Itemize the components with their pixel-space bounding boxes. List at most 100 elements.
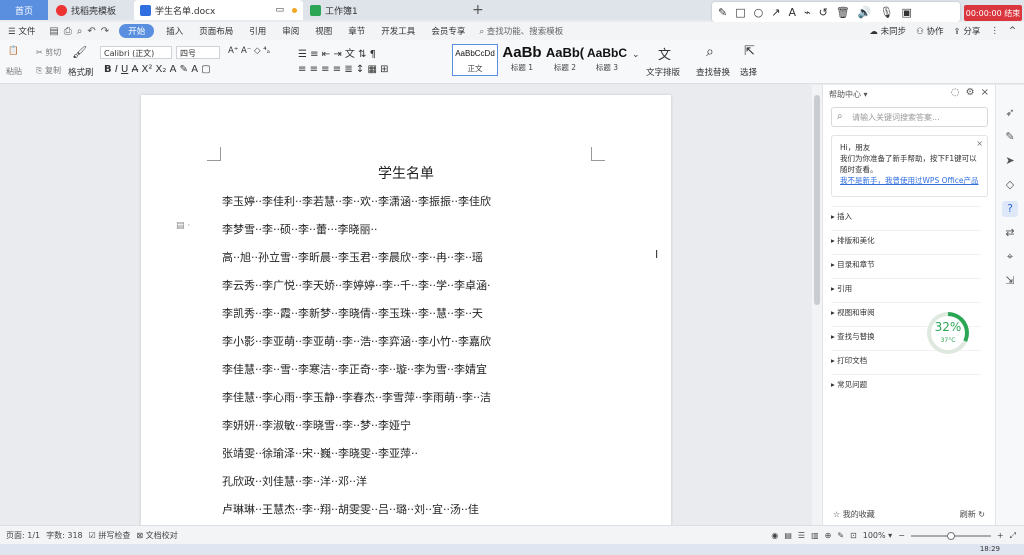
style-heading-3[interactable]: AaBbC 标题 3: [586, 44, 628, 76]
not-newbie-link[interactable]: 我不是新手，我曾使用过WPS Office产品: [840, 175, 979, 186]
word-count[interactable]: 字数: 318: [46, 530, 83, 541]
settings-icon[interactable]: ⚙: [966, 87, 975, 98]
redo-icon[interactable]: ↷: [101, 26, 109, 37]
menu-references[interactable]: 引用: [241, 25, 274, 37]
underline-icon[interactable]: U: [121, 64, 128, 75]
menu-file[interactable]: ☰ 文件: [0, 25, 43, 37]
name-line[interactable]: 李小影··李亚萌··李亚萌··李··浩··李弈涵··李小竹··李嘉欣: [222, 333, 602, 361]
menu-developer[interactable]: 开发工具: [373, 25, 423, 37]
print-icon[interactable]: ⎙: [64, 26, 72, 37]
camera-icon[interactable]: ▣: [901, 6, 911, 19]
translate-icon[interactable]: ⇄: [1002, 225, 1018, 241]
eye-protect-icon[interactable]: ◉: [771, 531, 778, 540]
font-color-icon[interactable]: A: [191, 64, 198, 75]
tab-workbook[interactable]: 工作簿1: [304, 0, 466, 20]
trash-icon[interactable]: 🗑: [836, 6, 850, 19]
name-line[interactable]: 李佳慧··李心雨··李玉静··李春杰··李雪萍··李雨萌··李··洁: [222, 389, 602, 417]
collapse-icon[interactable]: ^: [1009, 26, 1016, 36]
style-heading-1[interactable]: AaBb 标题 1: [500, 44, 544, 76]
name-line[interactable]: 李梦雪··李··硕··李··蕾···李晓丽··: [222, 221, 602, 249]
edit-icon[interactable]: ✎: [1002, 129, 1018, 145]
decrease-indent-icon[interactable]: ⇤: [322, 49, 330, 60]
more-icon[interactable]: ⋮: [990, 26, 999, 36]
rocket-icon[interactable]: ➶: [1002, 105, 1018, 121]
page-view-icon[interactable]: ▤: [784, 531, 792, 540]
menu-chapter[interactable]: 章节: [340, 25, 373, 37]
menu-view[interactable]: 视图: [307, 25, 340, 37]
find-replace-button[interactable]: 查找替换: [696, 66, 730, 78]
undo-icon[interactable]: ↶: [87, 26, 95, 37]
bold-icon[interactable]: B: [104, 64, 112, 75]
zoom-in-icon[interactable]: +: [997, 531, 1004, 540]
tab-template[interactable]: 找稻壳模板: [50, 0, 133, 20]
share-button[interactable]: ⇪ 分享: [954, 25, 981, 37]
preview-icon[interactable]: ⌕: [77, 26, 83, 37]
bullet-list-icon[interactable]: ☰: [298, 49, 307, 60]
find-icon[interactable]: ⌕: [706, 44, 714, 60]
speaker-icon[interactable]: 🔊: [858, 6, 872, 19]
tab-document[interactable]: 学生名单.docx ▭: [134, 0, 303, 20]
show-marks-icon[interactable]: ¶: [370, 49, 376, 60]
style-heading-2[interactable]: AaBb( 标题 2: [544, 44, 586, 76]
menu-member[interactable]: 会员专享: [423, 25, 473, 37]
sync-status[interactable]: ☁ 未同步: [869, 25, 906, 37]
help-section-print[interactable]: ▸ 打印文档: [831, 350, 981, 370]
numbered-list-icon[interactable]: ≡: [310, 49, 318, 60]
help-icon[interactable]: ?: [1002, 201, 1018, 217]
name-line[interactable]: 张靖雯··徐瑜泽··宋··巍··李晓雯··李亚萍··: [222, 445, 602, 473]
undo-icon[interactable]: ↺: [819, 6, 828, 19]
styles-expand-icon[interactable]: ⌄: [632, 50, 640, 60]
pointer-icon[interactable]: ➤: [1002, 153, 1018, 169]
borders-icon[interactable]: ⊞: [380, 64, 388, 75]
highlight-icon[interactable]: ✎: [180, 64, 188, 75]
chinese-layout-icon[interactable]: 文: [345, 49, 355, 60]
shapes-icon[interactable]: ◇: [1002, 177, 1018, 193]
paste-button[interactable]: 粘贴: [6, 66, 22, 77]
spell-check-toggle[interactable]: ☑ 拼写检查: [89, 530, 131, 541]
copy-button[interactable]: ⎘ 复制: [36, 65, 61, 76]
name-line[interactable]: 高··旭··孙立雪··李昕晨··李玉君··李晨欣··李··冉··李··瑶: [222, 249, 602, 277]
help-panel-title[interactable]: 帮助中心 ▾: [829, 89, 868, 100]
document-title[interactable]: 学生名单: [141, 163, 671, 183]
document-page[interactable]: 学生名单 李玉婷··李佳利··李若慧··李··欢··李潇涵··李振振··李佳欣 …: [141, 95, 671, 535]
font-size-select[interactable]: 四号: [176, 46, 220, 59]
arrow-icon[interactable]: ↗: [771, 6, 780, 19]
subscript-icon[interactable]: X₂: [156, 64, 167, 75]
proofread-button[interactable]: ⊠ 文档校对: [136, 530, 177, 541]
stop-recording-button[interactable]: 00:00:00 结束: [964, 5, 1022, 21]
my-favorites-button[interactable]: ☆ 我的收藏: [833, 509, 875, 520]
command-search[interactable]: ⌕ 查找功能、搜索模板: [479, 25, 563, 37]
italic-icon[interactable]: I: [115, 64, 118, 75]
superscript-icon[interactable]: X²: [142, 64, 153, 75]
scrollbar-thumb[interactable]: [814, 95, 820, 305]
select-cursor-icon[interactable]: ⇱: [744, 44, 755, 59]
name-line[interactable]: 孔欣政··刘佳慧··李··洋··邓··洋: [222, 473, 602, 501]
help-section-toc[interactable]: ▸ 目录和章节: [831, 254, 981, 274]
write-view-icon[interactable]: ✎: [837, 531, 844, 540]
format-painter-button[interactable]: 格式刷: [68, 66, 94, 78]
menu-start[interactable]: 开始: [119, 24, 155, 38]
name-line[interactable]: 李玉婷··李佳利··李若慧··李··欢··李潇涵··李振振··李佳欣: [222, 193, 602, 221]
close-icon[interactable]: ×: [976, 138, 983, 149]
window-icon[interactable]: ▭: [275, 5, 284, 15]
microphone-icon[interactable]: 🎙: [880, 6, 894, 19]
strikethrough-icon[interactable]: A̶: [131, 64, 138, 75]
align-center-icon[interactable]: ≡: [310, 64, 318, 75]
font-grow-icon[interactable]: A⁺ A⁻ ◇ ⁴ₐ: [228, 46, 270, 56]
outline-view-icon[interactable]: ☰: [798, 531, 805, 540]
collab-button[interactable]: ⚇ 协作: [916, 25, 943, 37]
web-view-icon[interactable]: ⊕: [825, 531, 832, 540]
performance-ring[interactable]: 32% 37°C: [927, 312, 969, 354]
align-left-icon[interactable]: ≡: [298, 64, 306, 75]
page-count[interactable]: 页面: 1/1: [6, 530, 40, 541]
help-section-layout[interactable]: ▸ 排版和美化: [831, 230, 981, 250]
name-line[interactable]: 李云秀··李广悦··李天娇··李婷婷··李··千··李··学··李卓涵·: [222, 277, 602, 305]
name-line[interactable]: 李妍妍··李淑敏··李晓雪··李··梦··李娅宁: [222, 417, 602, 445]
name-line[interactable]: 李佳慧··李··雪··李寒洁··李正奇··李··璇··李为雪··李婧宜: [222, 361, 602, 389]
help-section-faq[interactable]: ▸ 常见问题: [831, 374, 981, 394]
highlighter-icon[interactable]: ⌁: [804, 6, 811, 19]
clear-format-icon[interactable]: A: [170, 64, 177, 75]
help-section-insert[interactable]: ▸ 插入: [831, 206, 981, 226]
font-family-select[interactable]: Calibri (正文): [100, 46, 172, 59]
location-icon[interactable]: ⌖: [1002, 249, 1018, 265]
